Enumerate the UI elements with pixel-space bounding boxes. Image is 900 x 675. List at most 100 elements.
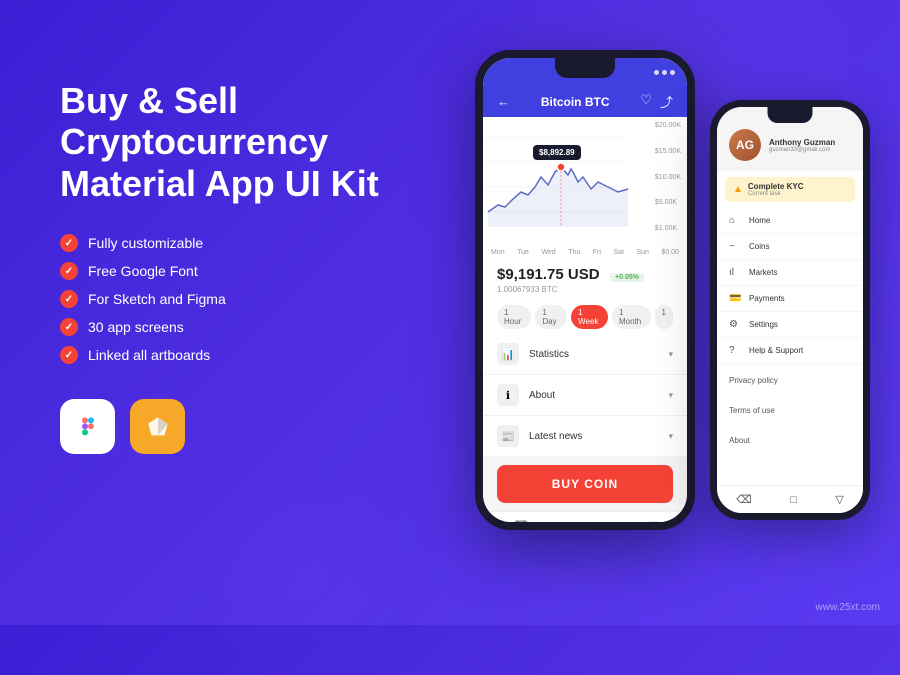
privacy-label: Privacy policy <box>729 376 778 385</box>
sec-menu-icon[interactable]: ▽ <box>835 493 843 506</box>
sec-home-icon[interactable]: □ <box>790 494 797 506</box>
news-label: Latest news <box>529 431 582 442</box>
tab-extra[interactable]: 1 <box>655 305 673 329</box>
btc-amount: 1.00067933 BTC <box>497 285 673 294</box>
secondary-phone: AG Anthony Guzman guzman33@gmail.com ▲ C… <box>710 100 870 520</box>
settings-nav-label: Settings <box>749 320 778 329</box>
buy-coin-button[interactable]: BUY COIN <box>497 465 673 503</box>
news-icon: 📰 <box>497 425 519 447</box>
figma-icon <box>60 399 115 454</box>
phones-container: ← Bitcoin BTC ♡ ⤴ $20.00K $15.00K $10.00… <box>475 20 870 530</box>
feature-2: ✓ Free Google Font <box>60 262 410 280</box>
feature-5: ✓ Linked all artboards <box>60 346 410 364</box>
kyc-warning-icon: ▲ <box>733 184 743 195</box>
help-nav-icon: ? <box>729 345 741 356</box>
tab-1d[interactable]: 1 Day <box>535 305 567 329</box>
nav-home[interactable]: ⌂ Home <box>717 208 863 234</box>
chart-area: $20.00K $15.00K $10.00K $5.00K $1.00K <box>483 117 687 247</box>
main-title: Buy & Sell Cryptocurrency Material App U… <box>60 80 410 204</box>
chart-x-labels: Mon Tue Wed Thu Fri Sat Sun $0.00 <box>483 247 687 258</box>
status-dots <box>654 70 675 75</box>
secondary-phone-bottom-bar: ⌫ □ ▽ <box>717 485 863 513</box>
settings-nav-icon: ⚙ <box>729 319 741 330</box>
user-avatar: AG <box>729 129 761 161</box>
status-dot-2 <box>662 70 667 75</box>
nav-menu-icon[interactable]: ▽ <box>650 519 658 522</box>
payments-nav-icon: 💳 <box>729 293 741 304</box>
coins-nav-label: Coins <box>749 242 769 251</box>
chevron-statistics: ▾ <box>668 349 673 360</box>
terms-item[interactable]: Terms of use <box>717 394 863 424</box>
nav-back-icon[interactable]: ⌫ <box>512 519 528 522</box>
kyc-subtitle: Current task <box>748 191 804 197</box>
tab-1h[interactable]: 1 Hour <box>497 305 531 329</box>
nav-markets[interactable]: ıl Markets <box>717 260 863 286</box>
phone-notch-secondary <box>768 107 813 123</box>
feature-3: ✓ For Sketch and Figma <box>60 290 410 308</box>
chevron-about: ▾ <box>668 390 673 401</box>
feature-1: ✓ Fully customizable <box>60 234 410 252</box>
tool-icons <box>60 399 410 454</box>
about-sidebar-label: About <box>729 436 750 445</box>
left-panel: Buy & Sell Cryptocurrency Material App U… <box>60 80 410 454</box>
tab-1w[interactable]: 1 Week <box>571 305 608 329</box>
menu-statistics[interactable]: 📊 Statistics ▾ <box>483 334 687 375</box>
price-row: $9,191.75 USD +0.05% <box>497 266 673 284</box>
about-item[interactable]: About <box>717 424 863 454</box>
check-icon-1: ✓ <box>60 234 78 252</box>
chart-svg <box>483 117 653 237</box>
price-tooltip: $8,892.89 <box>533 145 581 160</box>
menu-news[interactable]: 📰 Latest news ▾ <box>483 416 687 457</box>
nav-payments[interactable]: 💳 Payments <box>717 286 863 312</box>
check-icon-3: ✓ <box>60 290 78 308</box>
nav-settings[interactable]: ⚙ Settings <box>717 312 863 338</box>
header-action-icons: ♡ ⤴ <box>640 92 673 111</box>
chart-y-labels: $20.00K $15.00K $10.00K $5.00K $1.00K <box>655 122 681 232</box>
payments-nav-label: Payments <box>749 294 785 303</box>
status-dot-3 <box>670 70 675 75</box>
nav-home-icon[interactable]: □ <box>585 520 592 523</box>
price-change: +0.05% <box>610 273 644 282</box>
check-icon-5: ✓ <box>60 346 78 364</box>
privacy-policy-item[interactable]: Privacy policy <box>717 364 863 394</box>
status-dot-1 <box>654 70 659 75</box>
kyc-title: Complete KYC <box>748 182 804 191</box>
phone-notch-main <box>555 58 615 78</box>
chevron-news: ▾ <box>668 431 673 442</box>
menu-about[interactable]: ℹ About ▾ <box>483 375 687 416</box>
sec-back-icon[interactable]: ⌫ <box>736 493 752 506</box>
nav-coins[interactable]: ~ Coins <box>717 234 863 260</box>
back-icon[interactable]: ← <box>497 94 510 109</box>
home-nav-label: Home <box>749 216 770 225</box>
home-nav-icon: ⌂ <box>729 215 741 226</box>
about-label: About <box>529 390 555 401</box>
markets-nav-icon: ıl <box>729 267 741 278</box>
share-icon[interactable]: ⤴ <box>660 92 673 111</box>
feature-4: ✓ 30 app screens <box>60 318 410 336</box>
sketch-icon <box>130 399 185 454</box>
phone-bottom-bar: ⌫ □ ▽ <box>483 511 687 522</box>
price-section: $9,191.75 USD +0.05% 1.00067933 BTC <box>483 258 687 300</box>
tab-1m[interactable]: 1 Month <box>612 305 651 329</box>
about-icon: ℹ <box>497 384 519 406</box>
main-phone: ← Bitcoin BTC ♡ ⤴ $20.00K $15.00K $10.00… <box>475 50 695 530</box>
user-email: guzman33@gmail.com <box>769 147 835 153</box>
coin-title: Bitcoin BTC <box>541 95 610 109</box>
bg-decoration-2 <box>200 475 400 675</box>
user-name: Anthony Guzman <box>769 138 835 147</box>
watermark: www.25xt.com <box>816 602 880 613</box>
statistics-label: Statistics <box>529 349 569 360</box>
heart-icon[interactable]: ♡ <box>640 92 652 111</box>
phone-screen-main: ← Bitcoin BTC ♡ ⤴ $20.00K $15.00K $10.00… <box>483 58 687 522</box>
markets-nav-label: Markets <box>749 268 777 277</box>
help-nav-label: Help & Support <box>749 346 803 355</box>
statistics-icon: 📊 <box>497 343 519 365</box>
phone-header: ← Bitcoin BTC ♡ ⤴ <box>483 86 687 117</box>
coins-nav-icon: ~ <box>729 241 741 252</box>
terms-label: Terms of use <box>729 406 775 415</box>
check-icon-2: ✓ <box>60 262 78 280</box>
kyc-alert[interactable]: ▲ Complete KYC Current task <box>725 177 855 202</box>
nav-help[interactable]: ? Help & Support <box>717 338 863 364</box>
check-icon-4: ✓ <box>60 318 78 336</box>
user-info: Anthony Guzman guzman33@gmail.com <box>769 138 835 153</box>
